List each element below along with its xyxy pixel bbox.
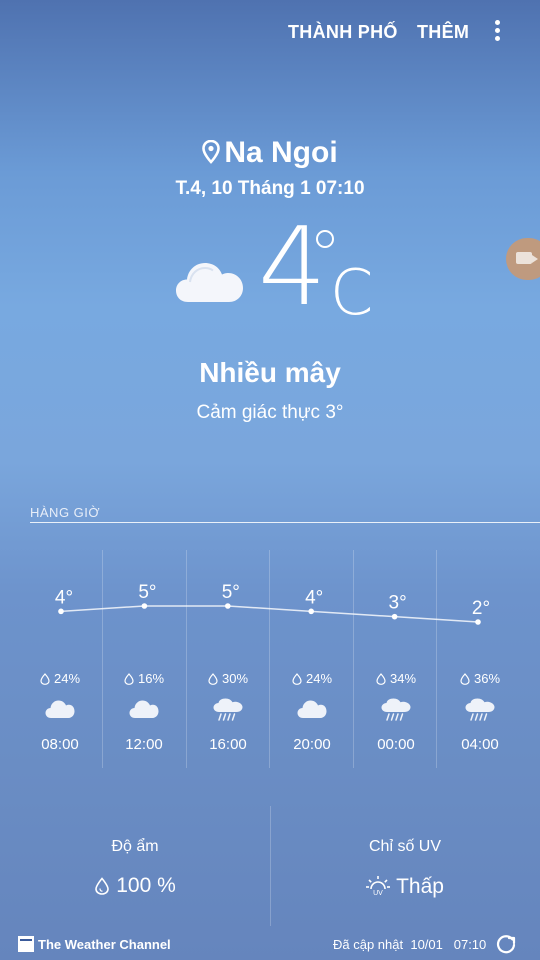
- temperature-line: [60, 605, 479, 623]
- current-datetime: T.4, 10 Tháng 1 07:10: [175, 178, 365, 199]
- weather-channel-logo-icon: [18, 936, 34, 952]
- hourly-item: 34% 00:00: [354, 670, 438, 753]
- precip-chance: 34%: [354, 670, 438, 688]
- hour-time: 20:00: [293, 736, 331, 753]
- precip-chance: 24%: [270, 670, 354, 688]
- rain-cloud-icon: [465, 698, 495, 722]
- humidity-value: 100 %: [0, 874, 270, 898]
- temperature-label: 5°: [222, 582, 240, 603]
- svg-text:UV: UV: [373, 890, 383, 896]
- video-camera-icon: [516, 252, 532, 264]
- location-title: Na Ngoi: [0, 136, 540, 170]
- hourly-section-label: HÀNG GIỜ: [30, 505, 101, 520]
- hourly-item: 36% 04:00: [438, 670, 522, 753]
- cloud-icon: [129, 698, 159, 722]
- hourly-item: 24% 08:00: [18, 670, 102, 753]
- hourly-item: 16% 12:00: [102, 670, 186, 753]
- precip-chance: 36%: [438, 670, 522, 688]
- updated-date: 10/01: [410, 937, 443, 952]
- current-temperature: 4: [258, 205, 327, 330]
- location-pin-icon: [202, 139, 221, 164]
- rain-cloud-icon: [213, 698, 243, 722]
- temperature-point: [141, 603, 148, 609]
- last-updated: Đã cập nhật 10/01 07:10: [333, 937, 486, 952]
- temperature-point: [225, 603, 231, 609]
- cloud-icon: [297, 698, 327, 722]
- humidity-drop-icon: [95, 877, 110, 895]
- precip-value: 34%: [389, 671, 417, 686]
- precip-value: 36%: [473, 671, 501, 686]
- hour-time: 12:00: [125, 736, 163, 753]
- precip-chance: 30%: [186, 670, 270, 688]
- precip-chance: 16%: [102, 670, 186, 688]
- rain-cloud-icon: [381, 698, 411, 722]
- hour-time: 00:00: [377, 736, 415, 753]
- weather-condition: Nhiều mây: [199, 357, 341, 388]
- top-bar: THÀNH PHỐ THÊM: [0, 0, 540, 64]
- hour-time: 08:00: [41, 736, 79, 753]
- provider-name[interactable]: The Weather Channel: [38, 937, 171, 952]
- screen-recorder-handle[interactable]: [506, 238, 540, 280]
- precip-value: 24%: [305, 671, 333, 686]
- raindrop-icon: [292, 671, 306, 686]
- raindrop-icon: [40, 671, 54, 686]
- temperature-point: [308, 608, 315, 615]
- humidity-value-text: 100 %: [116, 874, 176, 897]
- temperature-label: 5°: [138, 582, 156, 603]
- temperature-label: 2°: [472, 598, 490, 619]
- temperature-label: 4°: [305, 587, 323, 608]
- hourly-divider: [30, 522, 540, 523]
- uv-value-text: Thấp: [396, 875, 444, 898]
- cloud-icon: [176, 263, 243, 302]
- feels-like: Cảm giác thực 3°: [196, 402, 344, 423]
- refresh-icon[interactable]: [495, 934, 517, 956]
- temperature-label: 3°: [389, 593, 407, 614]
- overflow-menu-icon[interactable]: [489, 20, 505, 46]
- uv-value: UV Thấp: [270, 874, 540, 899]
- precip-chance: 24%: [18, 670, 102, 688]
- temperature-unit: C: [330, 256, 374, 329]
- temperature-point: [475, 619, 481, 625]
- precip-value: 30%: [221, 671, 249, 686]
- city-button[interactable]: THÀNH PHỐ: [288, 22, 398, 43]
- precip-value: 16%: [137, 671, 165, 686]
- temperature-point: [391, 613, 398, 620]
- updated-time: 07:10: [453, 937, 487, 952]
- hour-time: 16:00: [209, 736, 247, 753]
- hourly-item: 24% 20:00: [270, 670, 354, 753]
- more-button[interactable]: THÊM: [417, 22, 469, 43]
- location-name: Na Ngoi: [224, 136, 338, 169]
- cloud-icon: [45, 698, 75, 722]
- raindrop-icon: [124, 671, 138, 686]
- precip-value: 24%: [53, 671, 81, 686]
- temperature-point: [58, 608, 64, 615]
- humidity-title: Độ ẩm: [111, 838, 159, 855]
- raindrop-icon: [208, 671, 222, 686]
- raindrop-icon: [460, 671, 474, 686]
- degree-symbol: [316, 230, 334, 248]
- hour-time: 04:00: [461, 736, 499, 753]
- details-divider: [270, 806, 271, 926]
- raindrop-icon: [376, 671, 390, 686]
- uv-sun-icon: UV: [366, 876, 391, 897]
- footer: The Weather Channel Đã cập nhật 10/01 07…: [0, 934, 540, 960]
- updated-label: Đã cập nhật: [333, 937, 404, 952]
- uv-title: Chỉ số UV: [368, 838, 442, 855]
- temperature-label: 4°: [55, 587, 73, 608]
- hourly-item: 30% 16:00: [186, 670, 270, 753]
